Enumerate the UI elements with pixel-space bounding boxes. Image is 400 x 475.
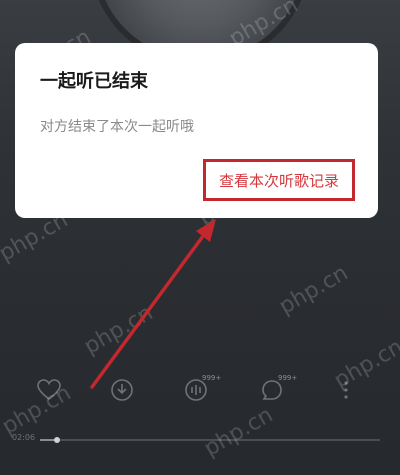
comment-badge: 999+ xyxy=(278,374,298,382)
sound-effect-icon[interactable]: 999+ xyxy=(176,370,221,410)
comment-icon[interactable]: 999+ xyxy=(252,370,297,410)
download-icon[interactable] xyxy=(102,370,142,410)
dialog-title: 一起听已结束 xyxy=(40,71,148,92)
dialog-message: 对方结束了本次一起听哦 xyxy=(40,119,194,135)
progress-knob[interactable] xyxy=(54,437,60,443)
sound-effect-badge: 999+ xyxy=(202,374,222,382)
listen-together-ended-dialog: 一起听已结束 对方结束了本次一起听哦 查看本次听歌记录 xyxy=(15,43,378,218)
view-listening-history-button[interactable]: 查看本次听歌记录 xyxy=(203,159,355,201)
